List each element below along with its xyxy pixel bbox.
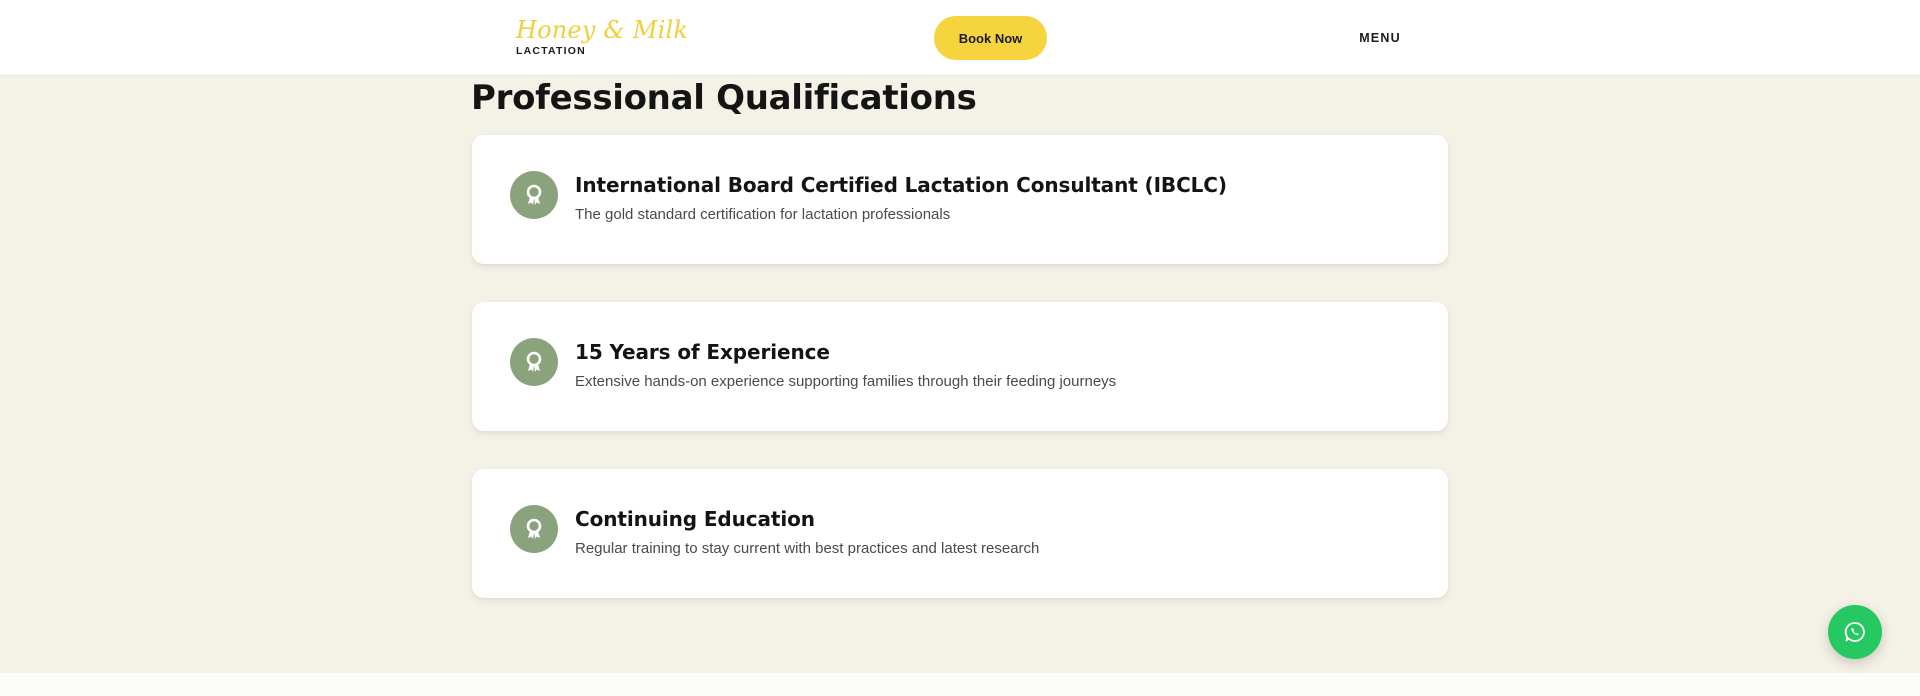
card-title: International Board Certified Lactation …: [575, 173, 1227, 197]
logo-script-text: Honey & Milk: [516, 16, 689, 44]
award-ribbon-icon: [510, 171, 558, 219]
qualification-card: International Board Certified Lactation …: [472, 135, 1448, 264]
card-description: The gold standard certification for lact…: [575, 206, 951, 223]
menu-button[interactable]: MENU: [1350, 26, 1410, 50]
whatsapp-chat-button[interactable]: [1828, 605, 1882, 659]
logo[interactable]: Honey & Milk LACTATION: [516, 16, 689, 57]
card-description: Extensive hands-on experience supporting…: [575, 373, 1117, 390]
footer-strip: [0, 673, 1920, 696]
award-ribbon-icon: [510, 505, 558, 553]
section-title: Professional Qualifications: [471, 78, 977, 118]
book-now-button[interactable]: Book Now: [934, 16, 1047, 60]
site-header: Honey & Milk LACTATION Book Now MENU: [0, 0, 1920, 76]
award-ribbon-icon: [510, 338, 558, 386]
qualifications-section: Professional Qualifications Internationa…: [0, 76, 1920, 673]
qualification-card: 15 Years of Experience Extensive hands-o…: [472, 302, 1448, 431]
card-title: Continuing Education: [575, 507, 815, 531]
card-description: Regular training to stay current with be…: [575, 540, 1040, 557]
card-title: 15 Years of Experience: [575, 340, 830, 364]
whatsapp-icon: [1844, 622, 1865, 642]
qualification-card: Continuing Education Regular training to…: [472, 469, 1448, 598]
logo-subtitle: LACTATION: [516, 45, 586, 57]
